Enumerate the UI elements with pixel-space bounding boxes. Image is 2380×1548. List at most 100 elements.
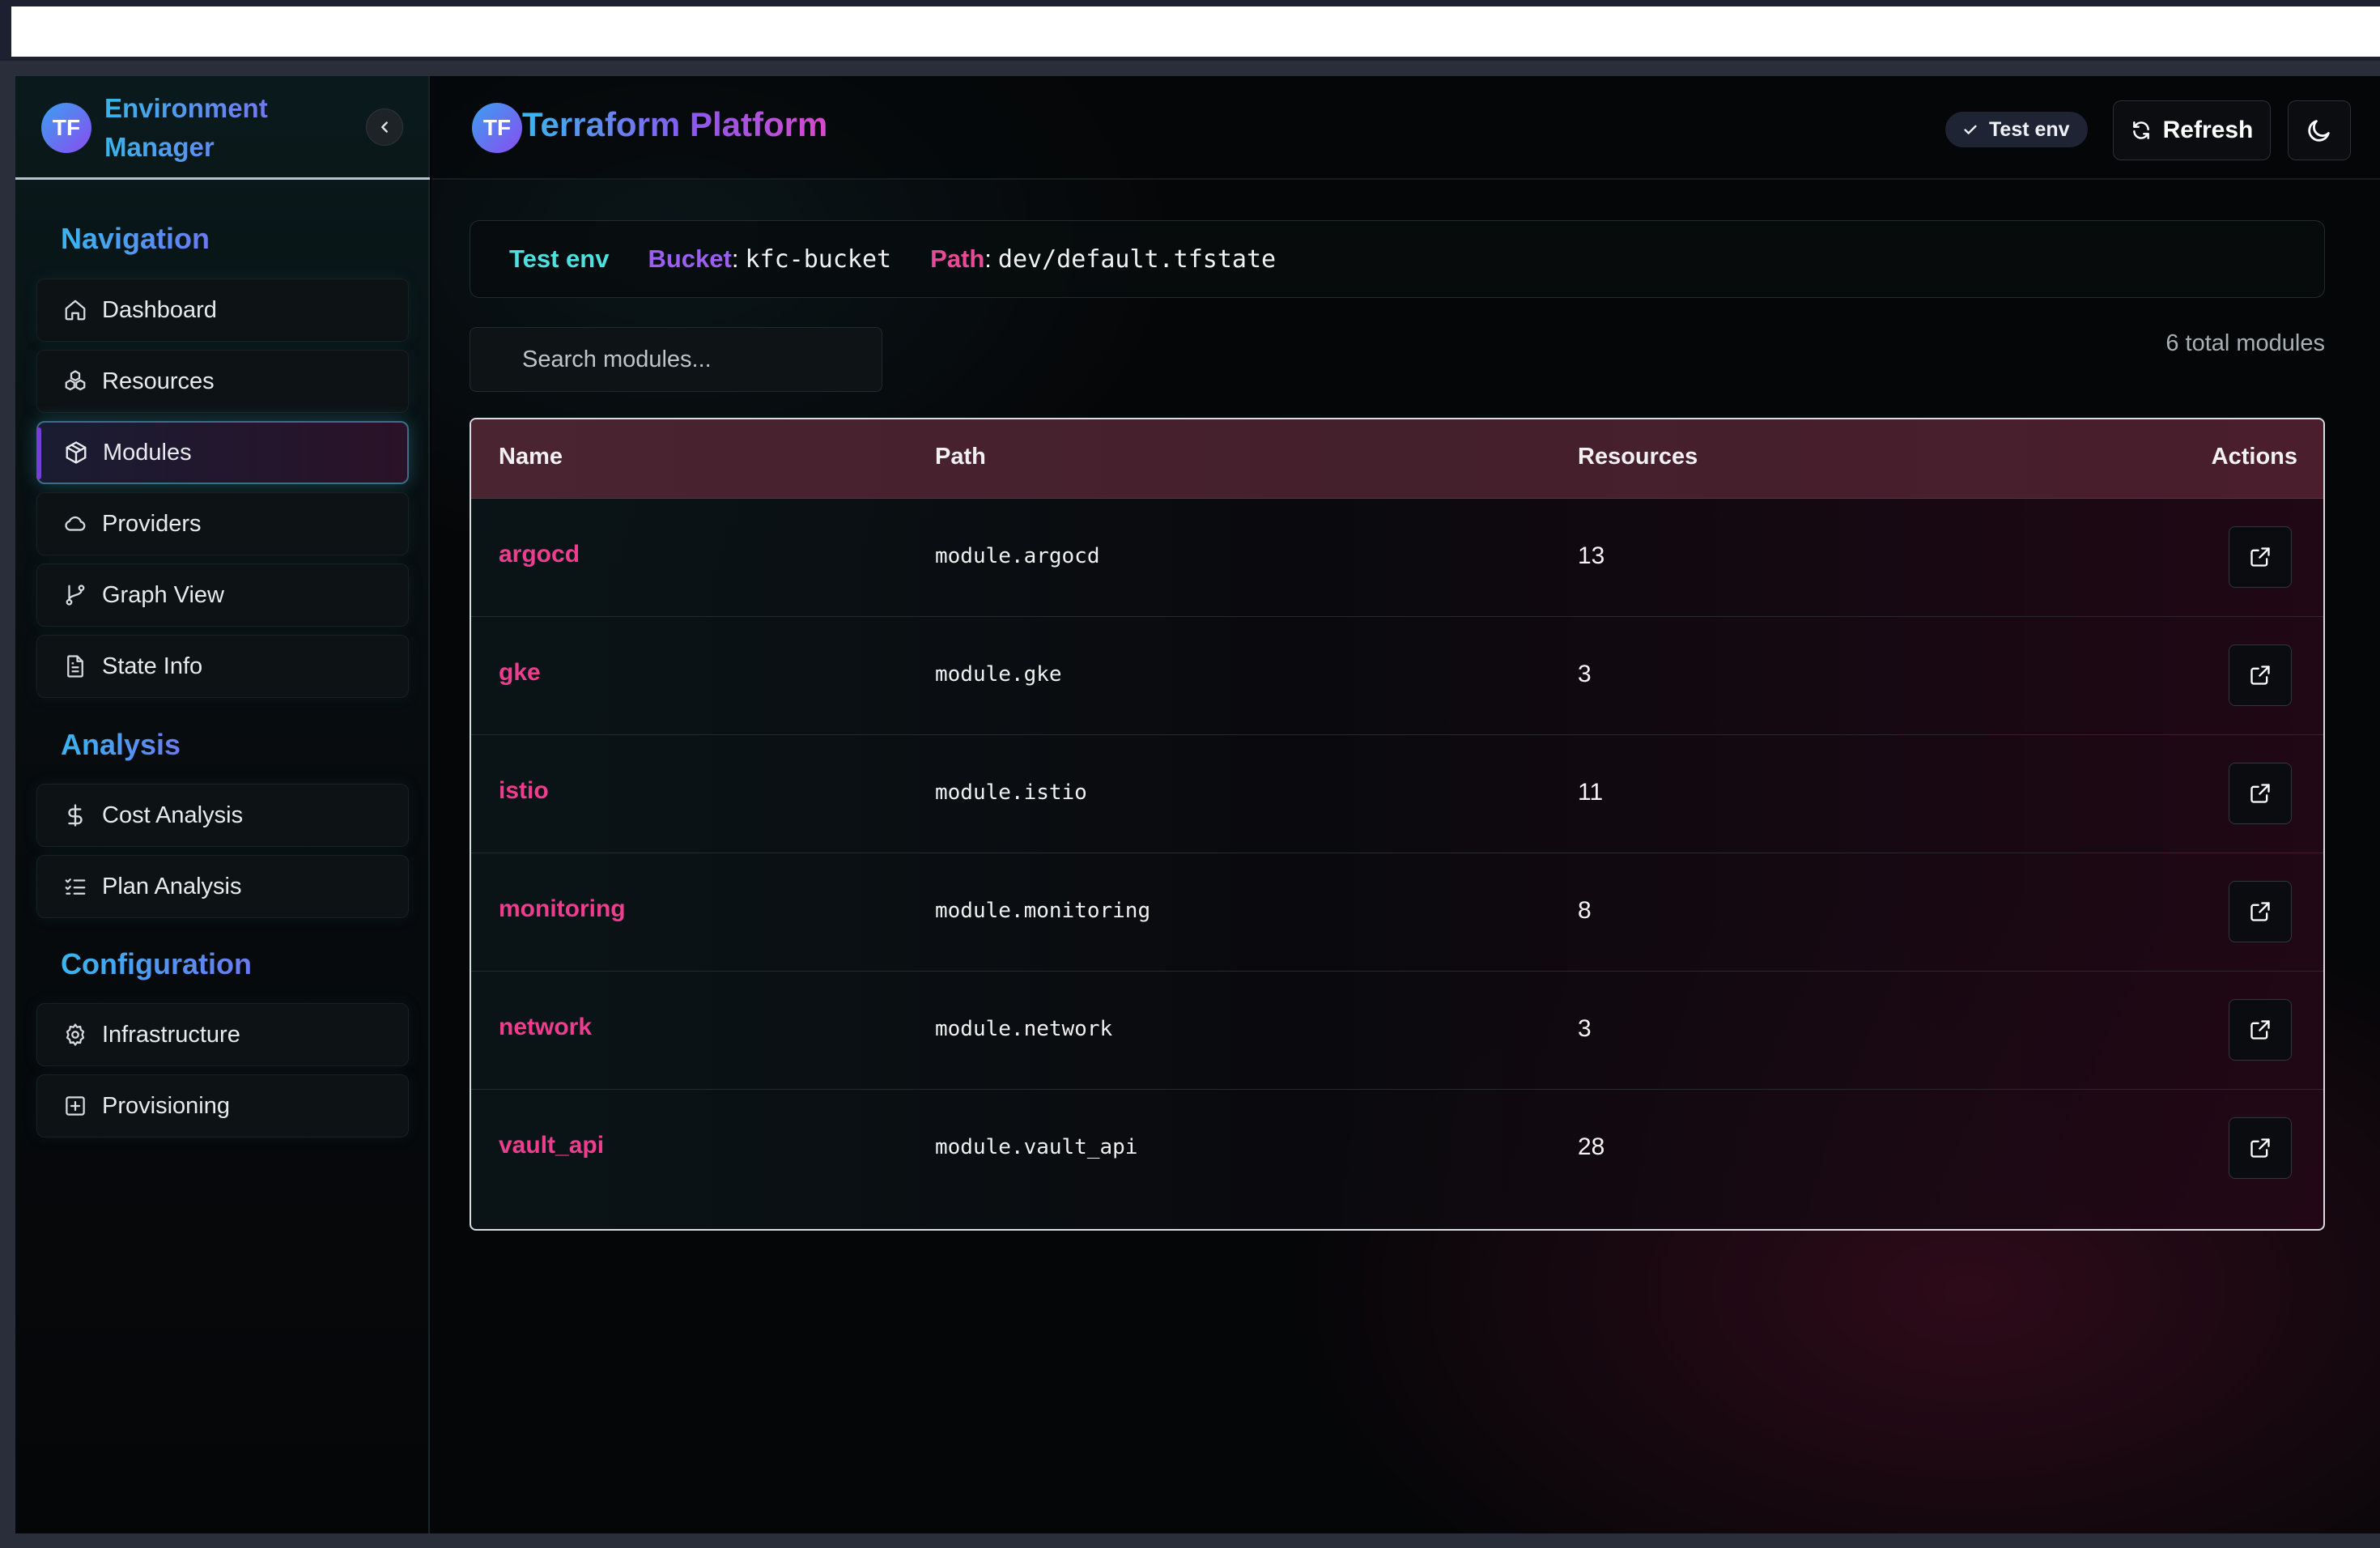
section-title-analysis: Analysis [61, 728, 181, 761]
main-content: TF Terraform Platform Test env Refresh T… [431, 76, 2380, 1533]
module-resources: 11 [1578, 779, 1604, 806]
refresh-label: Refresh [2162, 117, 2254, 143]
sidebar-item-providers[interactable]: Providers [36, 492, 409, 555]
sidebar-header: TF Environment Manager [15, 76, 430, 180]
sidebar-item-graph-view[interactable]: Graph View [36, 563, 409, 627]
module-name[interactable]: argocd [499, 541, 580, 568]
column-header-actions: Actions [2211, 444, 2297, 470]
module-resources: 3 [1578, 1015, 1592, 1042]
external-link-icon [2250, 1138, 2270, 1158]
total-modules-count: 6 total modules [2165, 330, 2325, 356]
path-value: dev/default.tfstate [997, 245, 1277, 274]
sidebar-logo: TF [41, 103, 91, 153]
external-link-icon [2250, 547, 2270, 567]
module-path: module.network [935, 1017, 1113, 1041]
collapse-sidebar-button[interactable] [366, 108, 403, 146]
table-row: gke module.gke 3 [471, 617, 2323, 735]
open-module-button[interactable] [2229, 526, 2292, 588]
git-branch-icon [62, 581, 89, 609]
external-link-icon [2250, 1020, 2270, 1040]
gear-icon [62, 1021, 89, 1048]
file-text-icon [62, 653, 89, 680]
top-bar: TF Terraform Platform Test env Refresh [431, 76, 2380, 180]
module-path: module.gke [935, 662, 1062, 687]
refresh-icon [2131, 120, 2152, 141]
list-checks-icon [62, 873, 89, 900]
sidebar-item-label: Resources [102, 368, 215, 394]
module-resources: 13 [1578, 542, 1605, 569]
search-input[interactable] [470, 327, 882, 392]
sidebar-item-modules[interactable]: Modules [36, 421, 409, 484]
env-name: Test env [509, 245, 610, 273]
section-title-configuration: Configuration [61, 947, 252, 980]
moon-icon [2308, 120, 2330, 142]
page-title: Terraform Platform [522, 105, 828, 143]
section-title-navigation: Navigation [61, 222, 210, 255]
check-icon [1961, 121, 1979, 138]
header-logo: TF [472, 103, 522, 153]
sidebar-item-label: Cost Analysis [102, 802, 244, 828]
module-path: module.vault_api [935, 1135, 1138, 1159]
home-icon [62, 296, 89, 324]
sidebar-item-label: Dashboard [102, 296, 217, 323]
module-name[interactable]: network [499, 1014, 592, 1041]
header-logo-text: TF [482, 115, 512, 140]
bucket-label: Bucket [648, 245, 732, 273]
module-resources: 8 [1578, 897, 1592, 924]
sidebar-item-label: Modules [103, 439, 192, 466]
module-name[interactable]: istio [499, 777, 549, 805]
sidebar-item-resources[interactable]: Resources [36, 350, 409, 413]
bucket-value: kfc-bucket [745, 245, 892, 274]
sidebar-item-plan-analysis[interactable]: Plan Analysis [36, 855, 409, 918]
module-path: module.argocd [935, 544, 1100, 568]
sidebar-item-infrastructure[interactable]: Infrastructure [36, 1003, 409, 1066]
table-row: istio module.istio 11 [471, 735, 2323, 853]
chevron-left-icon [381, 121, 388, 133]
modules-table: Name Path Resources Actions argocd modul… [470, 418, 2325, 1231]
open-module-button[interactable] [2229, 1117, 2292, 1179]
table-row: vault_api module.vault_api 28 [471, 1090, 2323, 1208]
browser-address-area [11, 6, 2380, 57]
sidebar: TF Environment Manager Navigation Dashbo… [15, 76, 430, 1533]
sidebar-item-label: State Info [102, 653, 203, 679]
path-label: Path [930, 245, 985, 273]
sidebar-item-dashboard[interactable]: Dashboard [36, 279, 409, 342]
open-module-button[interactable] [2229, 644, 2292, 706]
plus-square-icon [62, 1092, 89, 1120]
module-resources: 3 [1578, 661, 1592, 687]
table-row: monitoring module.monitoring 8 [471, 853, 2323, 972]
module-name[interactable]: monitoring [499, 895, 626, 923]
open-module-button[interactable] [2229, 763, 2292, 824]
column-header-path: Path [935, 444, 986, 470]
package-icon [62, 439, 90, 466]
table-row: argocd module.argocd 13 [471, 499, 2323, 617]
module-resources: 28 [1578, 1133, 1605, 1160]
module-path: module.monitoring [935, 899, 1151, 923]
theme-toggle-button[interactable] [2288, 100, 2351, 160]
column-header-resources: Resources [1578, 444, 1698, 470]
module-name[interactable]: vault_api [499, 1132, 604, 1159]
app-window: TF Environment Manager Navigation Dashbo… [15, 76, 2380, 1533]
dollar-icon [62, 802, 89, 829]
env-status-badge: Test env [1945, 112, 2088, 147]
sidebar-item-label: Infrastructure [102, 1021, 240, 1048]
module-name[interactable]: gke [499, 659, 541, 687]
column-header-name: Name [499, 444, 563, 470]
sidebar-item-label: Graph View [102, 581, 224, 608]
sidebar-title: Environment Manager [104, 89, 291, 167]
refresh-button[interactable]: Refresh [2113, 100, 2271, 160]
sidebar-item-state-info[interactable]: State Info [36, 635, 409, 698]
env-status-label: Test env [1989, 117, 2070, 141]
table-header: Name Path Resources Actions [471, 419, 2323, 499]
open-module-button[interactable] [2229, 999, 2292, 1061]
boxes-icon [62, 368, 89, 395]
path-colon: : [984, 245, 992, 273]
sidebar-item-label: Provisioning [102, 1092, 230, 1119]
table-row: network module.network 3 [471, 972, 2323, 1090]
open-module-button[interactable] [2229, 881, 2292, 942]
sidebar-item-cost-analysis[interactable]: Cost Analysis [36, 784, 409, 847]
bucket-colon: : [731, 245, 739, 273]
sidebar-item-provisioning[interactable]: Provisioning [36, 1074, 409, 1138]
module-path: module.istio [935, 780, 1087, 805]
environment-info-bar: Test env Bucket: kfc-bucket Path: dev/de… [470, 220, 2325, 298]
